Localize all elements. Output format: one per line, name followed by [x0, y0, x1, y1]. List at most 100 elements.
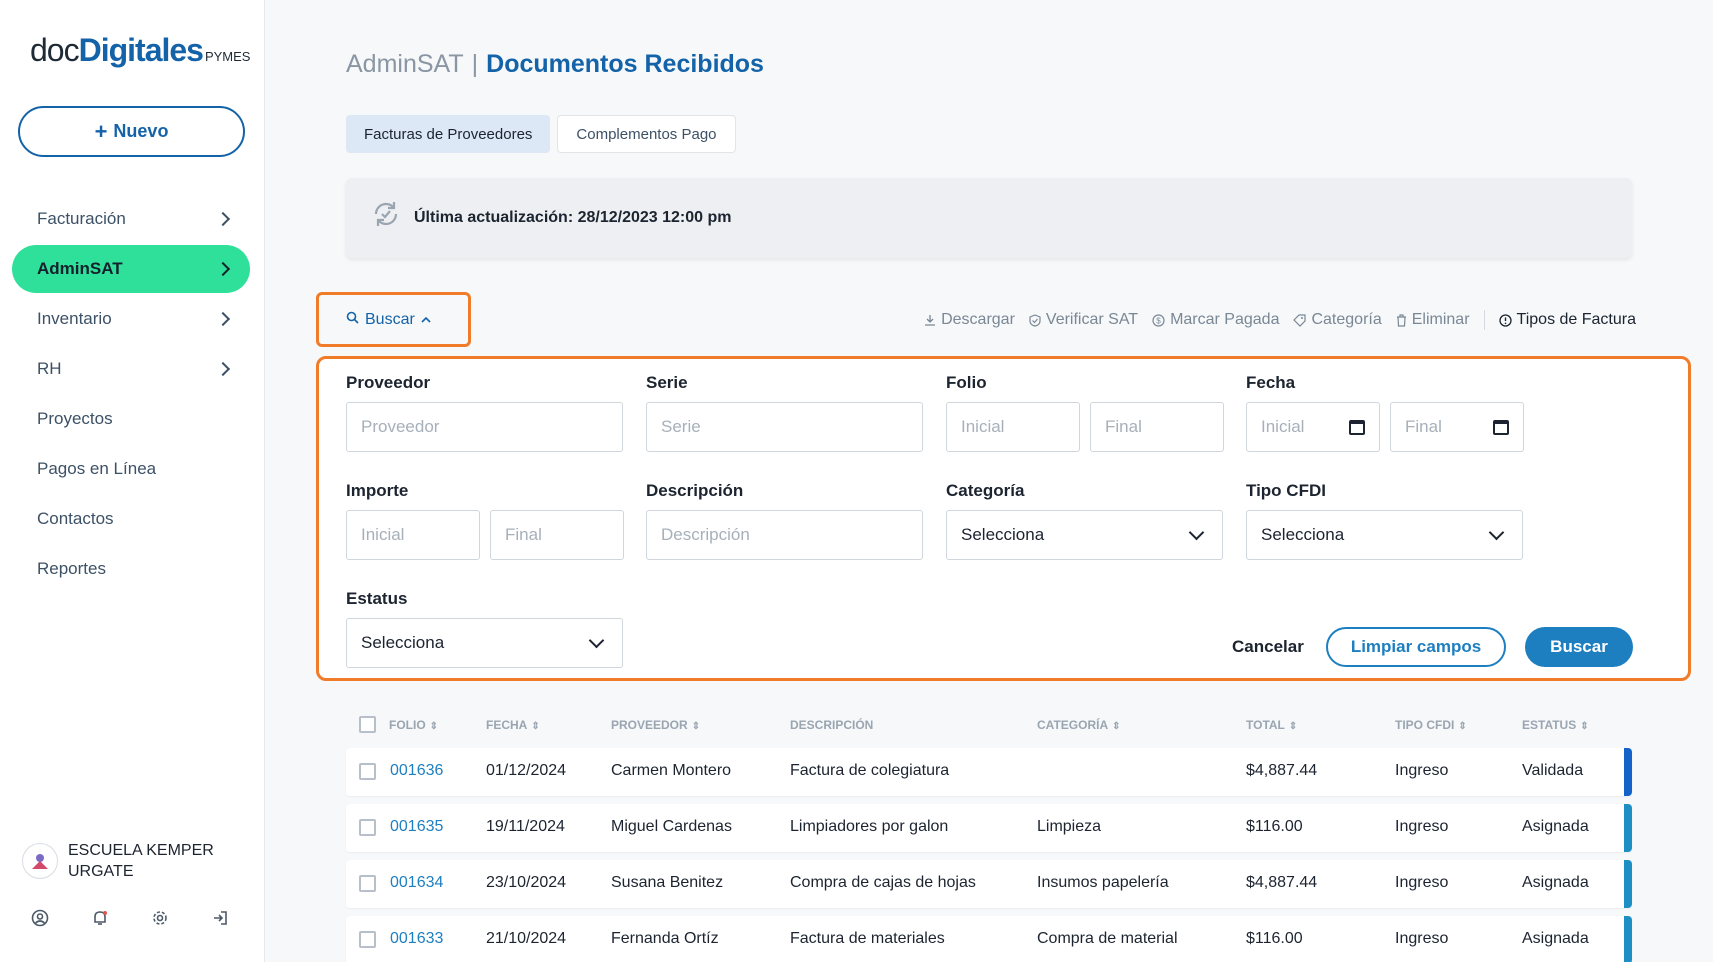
tipo-cfdi-label: Tipo CFDI	[1246, 481, 1326, 500]
sidebar-item-facturacion[interactable]: Facturación	[12, 195, 250, 243]
sidebar-footer	[30, 908, 230, 928]
row-checkbox[interactable]	[359, 931, 376, 948]
row-fecha: 23/10/2024	[486, 874, 567, 891]
folio-initial-input[interactable]: Inicial	[946, 402, 1080, 452]
search-button[interactable]: Buscar	[1525, 627, 1633, 667]
row-fecha: 01/12/2024	[486, 762, 567, 779]
sidebar-item-label: Reportes	[37, 559, 106, 578]
last-update-text: Última actualización: 28/12/2023 12:00 p…	[414, 209, 732, 226]
tab-complementos-pago[interactable]: Complementos Pago	[557, 115, 736, 153]
row-folio-link[interactable]: 001634	[390, 874, 443, 892]
verify-sat-label: Verificar SAT	[1045, 311, 1139, 328]
verify-sat-action[interactable]: Verificar SAT	[1029, 311, 1138, 329]
download-action[interactable]: Descargar	[924, 311, 1015, 329]
column-tipo-cfdi-label: TIPO CFDI	[1395, 718, 1455, 732]
table-row[interactable]: 001634 23/10/2024 Susana Benitez Compra …	[346, 860, 1632, 908]
user-circle-icon[interactable]	[30, 908, 50, 928]
column-estatus[interactable]: ESTATUS ⇕	[1522, 718, 1589, 732]
row-descripcion: Compra de cajas de hojas	[790, 874, 976, 891]
chevron-right-icon	[215, 211, 231, 227]
row-folio-link[interactable]: 001633	[390, 930, 443, 948]
new-button[interactable]: + Nuevo	[18, 106, 245, 157]
invoice-types-action[interactable]: Tipos de Factura	[1498, 311, 1636, 329]
sidebar-item-label: Contactos	[37, 509, 114, 528]
gear-icon[interactable]	[150, 908, 170, 928]
fecha-final-input[interactable]: Final	[1390, 402, 1524, 452]
proveedor-input[interactable]: Proveedor	[346, 402, 623, 452]
categoria-select[interactable]: Selecciona	[946, 510, 1223, 560]
row-tipo-cfdi: Ingreso	[1395, 874, 1449, 891]
column-fecha[interactable]: FECHA ⇕	[486, 718, 540, 732]
calendar-icon[interactable]	[1349, 419, 1365, 435]
row-tipo-cfdi: Ingreso	[1395, 930, 1449, 947]
sidebar-item-rh[interactable]: RH	[12, 345, 250, 393]
chevron-down-icon	[588, 632, 605, 648]
logout-icon[interactable]	[210, 908, 230, 928]
table-row[interactable]: 001633 21/10/2024 Fernanda Ortíz Factura…	[346, 916, 1632, 962]
chevron-right-icon	[215, 261, 231, 277]
column-categoria[interactable]: CATEGORÍA ⇕	[1037, 718, 1121, 732]
breadcrumb: AdminSAT | Documentos Recibidos	[346, 50, 764, 79]
estatus-select-value: Selecciona	[361, 633, 445, 652]
column-descripcion: DESCRIPCIÓN	[790, 718, 874, 732]
app-logo[interactable]: doc Digitales PYMES	[30, 32, 250, 69]
sidebar-item-contactos[interactable]: Contactos	[12, 495, 250, 543]
column-tipo-cfdi[interactable]: TIPO CFDI ⇕	[1395, 718, 1467, 732]
descripcion-input[interactable]: Descripción	[646, 510, 923, 560]
sidebar-item-reportes[interactable]: Reportes	[12, 545, 250, 593]
trash-icon	[1396, 313, 1406, 327]
sort-icon: ⇕	[1112, 721, 1121, 732]
sidebar-item-proyectos[interactable]: Proyectos	[12, 395, 250, 443]
sidebar-item-label: Facturación	[37, 209, 126, 228]
importe-initial-input[interactable]: Inicial	[346, 510, 480, 560]
column-total[interactable]: TOTAL ⇕	[1246, 718, 1297, 732]
sort-icon: ⇕	[1288, 721, 1298, 732]
fecha-initial-input[interactable]: Inicial	[1246, 402, 1380, 452]
sidebar-item-inventario[interactable]: Inventario	[12, 295, 250, 343]
table-row[interactable]: 001635 19/11/2024 Miguel Cardenas Limpia…	[346, 804, 1632, 852]
row-proveedor: Miguel Cardenas	[611, 818, 732, 835]
row-estatus: Validada	[1522, 762, 1584, 779]
table-row[interactable]: 001636 01/12/2024 Carmen Montero Factura…	[346, 748, 1632, 796]
sync-icon[interactable]	[370, 198, 402, 238]
tipo-cfdi-select[interactable]: Selecciona	[1246, 510, 1523, 560]
calendar-icon[interactable]	[1493, 419, 1509, 435]
estatus-select[interactable]: Selecciona	[346, 618, 623, 668]
column-proveedor[interactable]: PROVEEDOR ⇕	[611, 718, 700, 732]
row-folio-link[interactable]: 001635	[390, 818, 443, 836]
row-folio-link[interactable]: 001636	[390, 762, 443, 780]
sidebar-item-adminsat[interactable]: AdminSAT	[12, 245, 250, 293]
folio-final-input[interactable]: Final	[1090, 402, 1224, 452]
info-icon	[1498, 313, 1512, 327]
search-toggle-button[interactable]: Buscar	[316, 292, 471, 347]
bell-icon[interactable]	[90, 908, 110, 928]
proveedor-label: Proveedor	[346, 373, 431, 392]
company-name-line2: URGATE	[68, 863, 134, 880]
row-descripcion: Factura de materiales	[790, 930, 945, 947]
sidebar-item-pagos[interactable]: Pagos en Línea	[12, 445, 250, 493]
category-action[interactable]: Categoría	[1293, 311, 1382, 329]
sort-icon: ⇕	[691, 721, 701, 732]
column-folio[interactable]: FOLIO ⇕	[389, 718, 438, 732]
download-label: Descargar	[941, 311, 1015, 328]
last-update-banner: Última actualización: 28/12/2023 12:00 p…	[346, 178, 1632, 258]
toolbar-divider	[1483, 310, 1485, 330]
breadcrumb-section[interactable]: AdminSAT	[346, 50, 464, 79]
cancel-button[interactable]: Cancelar	[1232, 637, 1304, 657]
tab-facturas-proveedores[interactable]: Facturas de Proveedores	[346, 115, 551, 153]
column-fecha-label: FECHA	[486, 718, 528, 732]
row-checkbox[interactable]	[359, 875, 376, 892]
importe-final-input[interactable]: Final	[490, 510, 624, 560]
clear-fields-button[interactable]: Limpiar campos	[1326, 627, 1506, 667]
search-icon	[346, 311, 359, 329]
delete-action[interactable]: Eliminar	[1396, 311, 1470, 329]
row-checkbox[interactable]	[359, 763, 376, 780]
company-switcher[interactable]: ESCUELA KEMPER URGATE	[22, 840, 214, 882]
select-all-checkbox[interactable]	[359, 716, 376, 733]
column-folio-label: FOLIO	[389, 718, 426, 732]
mark-paid-action[interactable]: $ Marcar Pagada	[1152, 311, 1279, 329]
shield-check-icon	[1029, 313, 1041, 327]
serie-input[interactable]: Serie	[646, 402, 923, 452]
column-total-label: TOTAL	[1246, 718, 1285, 732]
row-checkbox[interactable]	[359, 819, 376, 836]
